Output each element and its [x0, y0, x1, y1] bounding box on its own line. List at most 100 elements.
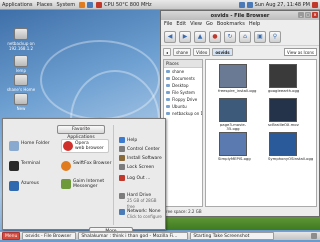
applications-menu-label: Applications	[2, 1, 33, 8]
network-icon	[119, 209, 125, 215]
menu-help[interactable]: Help	[249, 21, 260, 27]
system-item-lock-screen[interactable]: Lock Screen	[119, 164, 154, 170]
file-item[interactable]: freespire_install.ogg	[218, 64, 256, 93]
close-button[interactable]: ×	[312, 12, 318, 18]
desktop-icon-label: netbackup on 192.168.1.2	[7, 41, 35, 51]
app-gaim[interactable]: Gaim Internet Messenger	[61, 179, 111, 189]
sidebar-item-floppy[interactable]: Floppy Drive	[164, 96, 202, 103]
task-take-screenshot[interactable]: Starting Take Screenshot	[190, 232, 275, 240]
app-label: Terminal	[21, 161, 41, 166]
forward-button[interactable]: ▶	[179, 30, 191, 43]
video-thumbnail	[219, 64, 247, 88]
system-item-label: Lock Screen	[127, 164, 155, 170]
file-item[interactable]: SymphonyOSinstall.ogg	[268, 132, 313, 161]
applications-menu[interactable]: Applications	[0, 2, 35, 8]
search-button[interactable]: ⚲	[269, 30, 281, 43]
volume-icon[interactable]	[246, 1, 253, 8]
system-tray: Sun Aug 27, 11:48 PM	[238, 1, 320, 8]
home-button[interactable]: ⌂	[239, 30, 251, 43]
sidebar-item-shane[interactable]: shane	[164, 68, 202, 75]
menu-file[interactable]: File	[164, 21, 172, 27]
folder-icon	[14, 55, 28, 67]
file-item[interactable]: scBrailleOX.mov	[268, 98, 299, 127]
task-mozilla-firefox[interactable]: Shalakumar : think i than god - Mozilla …	[78, 232, 189, 240]
gaim-icon	[61, 179, 71, 189]
desktop-icon-lemp[interactable]: lemp	[6, 55, 36, 73]
computer-button[interactable]: ▣	[254, 30, 266, 43]
menu-view[interactable]: View	[190, 21, 202, 27]
firefox-launcher-icon[interactable]	[79, 1, 86, 8]
search-icon: ⚲	[272, 32, 278, 40]
menu-button[interactable]: Menu	[2, 232, 21, 240]
lock-icon	[119, 164, 125, 170]
network-status: Click to configure	[127, 214, 162, 219]
up-button[interactable]: ▲	[194, 30, 206, 43]
swiftfox-icon	[61, 161, 71, 171]
system-item-log-out[interactable]: Log Out ...	[119, 175, 150, 181]
control-center-icon	[119, 146, 125, 152]
back-arrow-icon: ◀	[167, 32, 173, 40]
clock[interactable]: Sun Aug 27, 11:48 PM	[255, 2, 310, 8]
file-name: SimplyMEPIS.ogg	[218, 156, 251, 161]
forward-arrow-icon: ▶	[182, 32, 188, 40]
network-icon[interactable]	[238, 1, 245, 8]
stop-icon: ●	[212, 32, 218, 40]
system-item-network[interactable]: Network: None Click to configure	[119, 209, 162, 220]
file-name: page3-movie-35.ogg	[219, 122, 247, 131]
sidebar-item-desktop[interactable]: Desktop	[164, 82, 202, 89]
video-thumbnail	[219, 98, 247, 122]
places-menu[interactable]: Places	[35, 2, 55, 8]
minimize-button[interactable]: _	[298, 12, 304, 18]
app-label: Gaim Internet Messenger	[73, 179, 105, 189]
menu-edit[interactable]: Edit	[176, 21, 186, 27]
system-item-help[interactable]: Help	[119, 137, 137, 143]
video-thumbnail	[219, 132, 247, 156]
file-item[interactable]: page3-movie-35.ogg	[218, 98, 248, 131]
system-item-install-software[interactable]: Install Software	[119, 155, 162, 161]
computer-icon: ▣	[257, 32, 263, 40]
sidebar-item-netbackup[interactable]: netbackup on 192.1...	[164, 110, 202, 117]
system-item-hard-drive[interactable]: Hard Drive 25 GB of 28GB free	[119, 193, 165, 210]
trash-icon[interactable]	[311, 233, 317, 239]
home-folder-icon	[14, 74, 28, 86]
mail-launcher-icon[interactable]	[87, 1, 94, 8]
breadcrumb-osvids[interactable]: osvids	[212, 48, 233, 56]
reload-button[interactable]: ↻	[224, 30, 236, 43]
sidebar-title[interactable]: Places	[164, 60, 202, 68]
bottom-panel: Menu osvids - File Browser Shalakumar : …	[0, 231, 320, 240]
window-titlebar[interactable]: osvids - File Browser _ □ ×	[161, 11, 319, 20]
favorite-applications-select[interactable]: Favorite Applications	[57, 125, 105, 140]
breadcrumb-video[interactable]: Video	[193, 48, 211, 56]
app-terminal[interactable]: Terminal	[9, 161, 40, 171]
system-item-control-center[interactable]: Control Center	[119, 146, 160, 152]
sidebar-item-ubuntu[interactable]: Ubuntu	[164, 103, 202, 110]
menu-go[interactable]: Go	[206, 21, 213, 27]
desktop-icon-home[interactable]: shane's Home	[6, 74, 36, 92]
app-home-folder[interactable]: Home Folder	[9, 141, 50, 151]
desktop-icon-netbackup[interactable]: netbackup on 192.168.1.2	[6, 28, 36, 51]
app-azureus[interactable]: Azureus	[9, 181, 39, 191]
app-opera[interactable]: Opera web browser	[61, 139, 109, 153]
maximize-button[interactable]: □	[305, 12, 311, 18]
breadcrumb-shane[interactable]: shane	[173, 48, 192, 56]
system-menu[interactable]: System	[54, 2, 77, 8]
file-item[interactable]: SimplyMEPIS.ogg	[218, 132, 251, 161]
desktop-icon-new[interactable]: New	[6, 93, 36, 111]
menu-bookmarks[interactable]: Bookmarks	[217, 21, 245, 27]
app-swiftfox[interactable]: SwiftFox Browser	[61, 161, 111, 171]
stop-button[interactable]: ●	[209, 30, 221, 43]
back-button[interactable]: ◀	[164, 30, 176, 43]
path-toggle-button[interactable]: ◂	[163, 48, 172, 56]
status-bar: Free space: 2.2 GB	[164, 209, 202, 214]
power-icon[interactable]	[312, 1, 318, 8]
install-software-icon	[119, 155, 125, 161]
task-file-browser[interactable]: osvids - File Browser	[22, 232, 77, 240]
sidebar-item-documents[interactable]: Documents	[164, 75, 202, 82]
view-mode-select[interactable]: View as Icons	[283, 48, 317, 56]
system-item-label: Control Center	[127, 146, 160, 152]
sidebar-item-file-system[interactable]: File System	[164, 89, 202, 96]
file-name: SymphonyOSinstall.ogg	[268, 156, 314, 161]
menu-divider	[113, 125, 114, 225]
file-item[interactable]: googleearth.ogg	[268, 64, 299, 93]
app-label-group: Opera web browser	[75, 141, 104, 151]
